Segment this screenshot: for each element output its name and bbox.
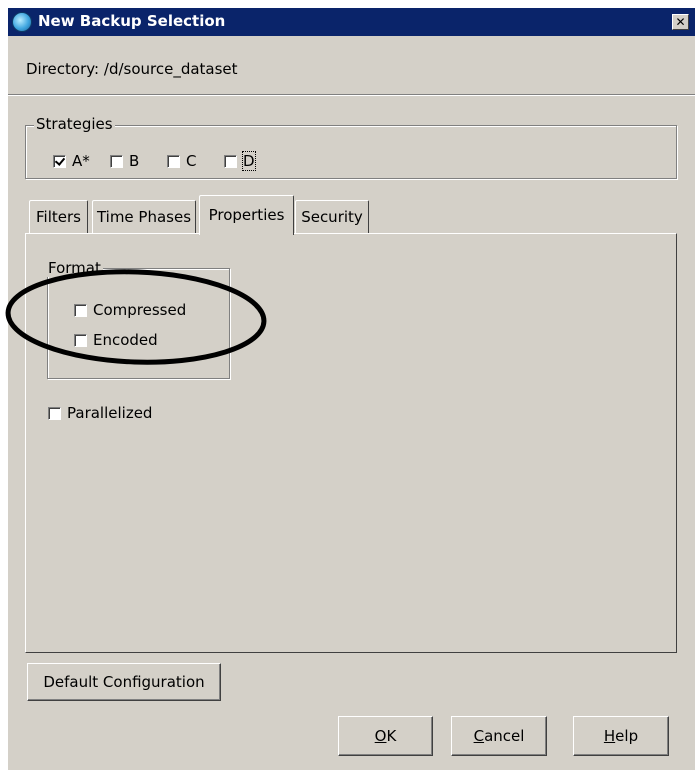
checkbox-box[interactable] [110,154,123,168]
default-configuration-button[interactable]: Default Configuration [27,663,221,701]
checkbox-box[interactable] [74,333,87,347]
tab-filters[interactable]: Filters [29,200,88,234]
help-label-rest: elp [615,727,639,745]
tab-security-label: Security [301,208,363,226]
encoded-label: Encoded [93,331,158,349]
strategy-a-label: A* [72,152,90,170]
checkbox-box[interactable] [53,154,66,168]
format-legend: Format [46,259,103,277]
checkbox-box[interactable] [74,303,87,317]
tab-time-phases[interactable]: Time Phases [92,200,196,234]
format-group: Format Compressed Encoded [46,259,230,379]
ok-button[interactable]: OK [338,716,433,756]
window-title: New Backup Selection [38,12,226,30]
close-button[interactable]: ✕ [672,14,689,30]
strategy-d-checkbox[interactable]: D [224,151,256,171]
default-configuration-label: Default Configuration [43,673,205,691]
help-mnemonic: H [603,727,616,745]
directory-row: Directory: /d/source_dataset [26,60,238,78]
strategy-d-label: D [242,151,256,171]
parallelized-checkbox[interactable]: Parallelized [48,404,152,422]
title-bar[interactable]: New Backup Selection ✕ [8,8,695,36]
compressed-checkbox[interactable]: Compressed [74,301,186,319]
tab-properties[interactable]: Properties [199,195,294,235]
strategy-c-label: C [186,152,197,170]
strategies-group: Strategies A* B C D [25,115,677,179]
help-button[interactable]: Help [573,716,669,756]
strategy-c-checkbox[interactable]: C [167,152,196,170]
tab-filters-label: Filters [36,208,81,226]
directory-label: Directory: [26,60,100,78]
strategy-b-checkbox[interactable]: B [110,152,139,170]
parallelized-label: Parallelized [67,404,153,422]
strategy-b-label: B [129,152,140,170]
ok-mnemonic: O [374,727,387,745]
compressed-label: Compressed [93,301,187,319]
close-icon: ✕ [675,15,686,29]
cancel-button[interactable]: Cancel [451,716,547,756]
tab-security[interactable]: Security [295,200,369,234]
dialog-window: New Backup Selection ✕ Directory: /d/sou… [8,8,695,770]
checkbox-box[interactable] [48,406,61,420]
tab-properties-label: Properties [208,206,285,224]
tab-time-phases-label: Time Phases [96,208,192,226]
cancel-label-rest: ancel [484,727,525,745]
cancel-mnemonic: C [473,727,485,745]
ok-label-rest: K [386,727,397,745]
header-separator [8,94,695,96]
app-globe-icon [12,12,32,32]
strategy-a-checkbox[interactable]: A* [53,152,90,170]
strategies-legend: Strategies [34,115,115,133]
encoded-checkbox[interactable]: Encoded [74,331,158,349]
checkbox-box[interactable] [167,154,180,168]
properties-panel: Format Compressed Encoded Parallelized [25,233,677,653]
directory-value: /d/source_dataset [103,60,238,78]
checkbox-box[interactable] [224,154,237,168]
